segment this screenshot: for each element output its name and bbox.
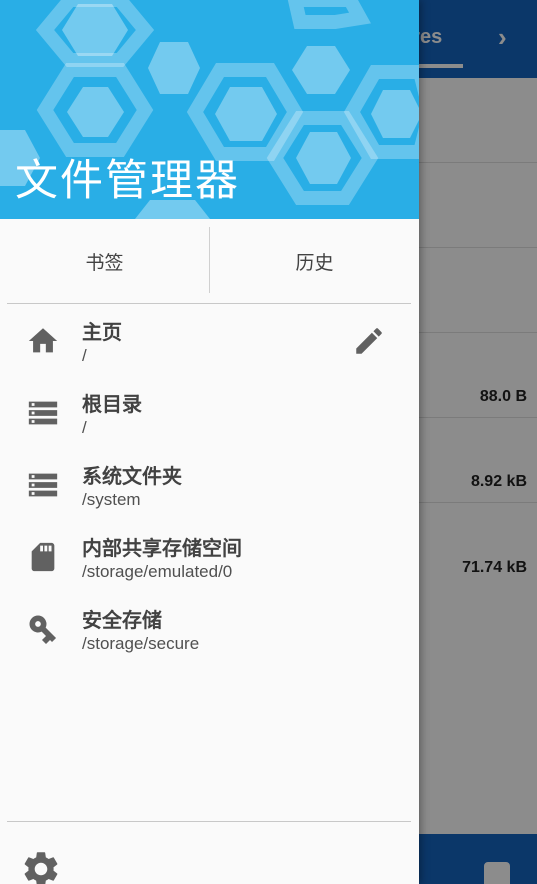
bookmark-title: 主页 <box>82 320 122 344</box>
bookmark-path: /storage/secure <box>82 634 200 653</box>
bookmark-item-internal-storage[interactable]: 内部共享存储空间 /storage/emulated/0 <box>0 520 419 592</box>
bookmark-title: 安全存储 <box>82 608 162 632</box>
drawer-header: 文件管理器 <box>0 0 419 219</box>
bookmark-path: / <box>82 346 87 365</box>
key-icon <box>29 615 57 645</box>
bookmark-title: 根目录 <box>82 392 142 416</box>
tab-history[interactable]: 历史 <box>210 219 419 303</box>
bookmark-path: /system <box>82 490 141 509</box>
bookmark-title: 内部共享存储空间 <box>82 536 242 560</box>
navigation-drawer: 文件管理器 书签 历史 主页 / 根目录 / 系统文件夹 /system 内部共… <box>0 0 419 884</box>
bookmark-title: 系统文件夹 <box>82 464 182 488</box>
bookmark-item-root[interactable]: 根目录 / <box>0 376 419 448</box>
sd-card-icon <box>31 542 55 572</box>
storage-icon <box>28 473 58 497</box>
tab-bookmarks[interactable]: 书签 <box>0 219 209 303</box>
storage-icon <box>28 401 58 425</box>
bookmark-path: / <box>82 418 87 437</box>
home-icon <box>28 328 58 353</box>
divider <box>7 821 411 822</box>
bookmark-path: /storage/emulated/0 <box>82 562 233 581</box>
bookmark-item-system[interactable]: 系统文件夹 /system <box>0 448 419 520</box>
gear-icon[interactable] <box>20 848 62 884</box>
bookmark-item-home[interactable]: 主页 / <box>0 304 419 376</box>
bookmark-item-secure-storage[interactable]: 安全存储 /storage/secure <box>0 592 419 664</box>
edit-icon[interactable] <box>352 324 386 358</box>
drawer-tabs: 书签 历史 <box>0 219 419 303</box>
drawer-title: 文件管理器 <box>15 156 240 206</box>
